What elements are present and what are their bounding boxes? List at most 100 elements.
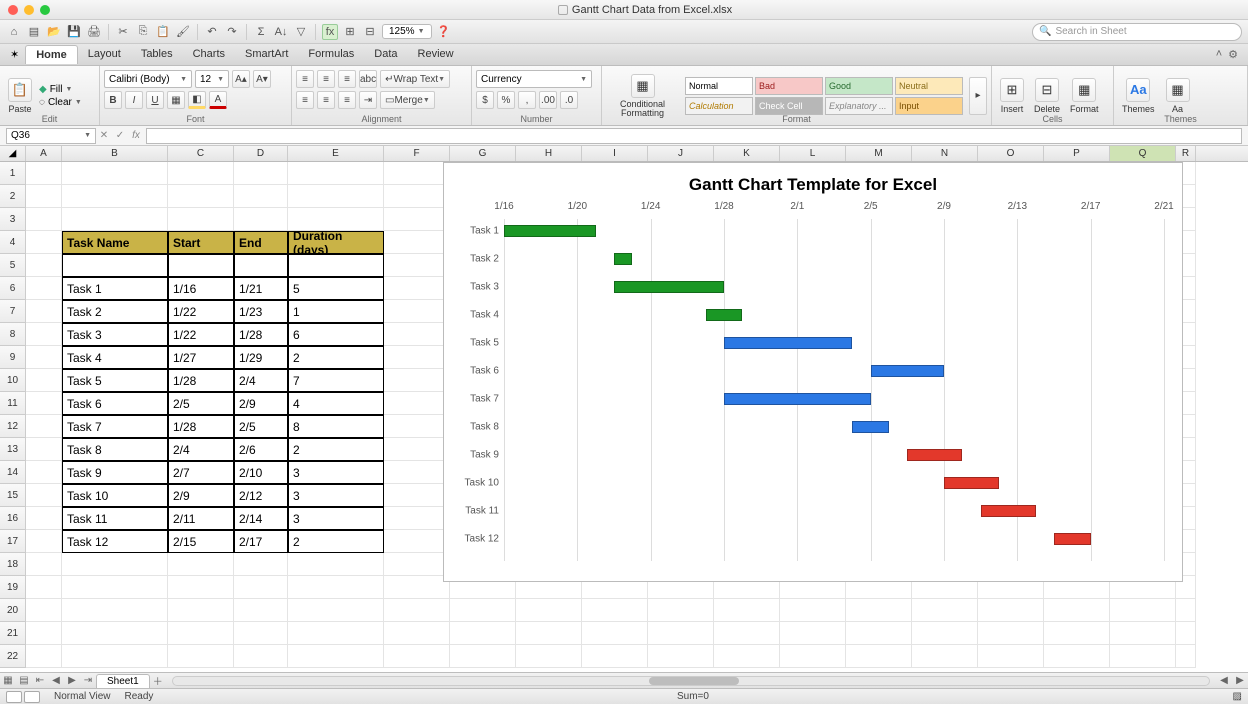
gantt-bar-task-3[interactable]	[614, 281, 724, 293]
cell-D20[interactable]	[234, 599, 288, 622]
tab-home[interactable]: Home	[25, 45, 78, 64]
filter-icon[interactable]: ▽	[293, 24, 309, 40]
cell-style-input[interactable]: Input	[895, 97, 963, 115]
fx-icon[interactable]: fx	[322, 24, 338, 40]
align-top-button[interactable]: ≡	[296, 70, 314, 88]
row-header-15[interactable]: 15	[0, 484, 26, 507]
cell-B18[interactable]	[62, 553, 168, 576]
row-header-17[interactable]: 17	[0, 530, 26, 553]
autosum-icon[interactable]: Σ	[253, 24, 269, 40]
cell-style-good[interactable]: Good	[825, 77, 893, 95]
insert-cells-button[interactable]: ⊞Insert	[996, 76, 1028, 116]
cell-L22[interactable]	[780, 645, 846, 668]
cell-A1[interactable]	[26, 162, 62, 185]
cell-F1[interactable]	[384, 162, 450, 185]
row-header-7[interactable]: 7	[0, 300, 26, 323]
cell-A13[interactable]	[26, 438, 62, 461]
cell-C11[interactable]: 2/5	[168, 392, 234, 415]
zoom-selector[interactable]: 125%▼	[382, 24, 432, 39]
indent-button[interactable]: ⇥	[359, 91, 377, 109]
cell-K20[interactable]	[714, 599, 780, 622]
cell-J20[interactable]	[648, 599, 714, 622]
italic-button[interactable]: I	[125, 91, 143, 109]
cell-D2[interactable]	[234, 185, 288, 208]
row-header-6[interactable]: 6	[0, 277, 26, 300]
cell-Q21[interactable]	[1110, 622, 1176, 645]
bold-button[interactable]: B	[104, 91, 122, 109]
cell-M20[interactable]	[846, 599, 912, 622]
cell-F20[interactable]	[384, 599, 450, 622]
row-header-19[interactable]: 19	[0, 576, 26, 599]
row-header-21[interactable]: 21	[0, 622, 26, 645]
cell-F16[interactable]	[384, 507, 450, 530]
font-color-button[interactable]: A	[209, 91, 227, 109]
fill-button[interactable]: ◆Fill▼	[39, 84, 82, 95]
cell-E5[interactable]	[288, 254, 384, 277]
cell-B20[interactable]	[62, 599, 168, 622]
cell-B4[interactable]: Task Name	[62, 231, 168, 254]
cell-B19[interactable]	[62, 576, 168, 599]
cell-F17[interactable]	[384, 530, 450, 553]
cell-A5[interactable]	[26, 254, 62, 277]
cell-R20[interactable]	[1176, 599, 1196, 622]
cell-D3[interactable]	[234, 208, 288, 231]
row-header-8[interactable]: 8	[0, 323, 26, 346]
align-left-button[interactable]: ≡	[296, 91, 314, 109]
cell-R21[interactable]	[1176, 622, 1196, 645]
view-page-icon[interactable]: ▤	[16, 675, 32, 686]
styles-more-button[interactable]: ▸	[969, 77, 987, 115]
cell-C13[interactable]: 2/4	[168, 438, 234, 461]
fx-label-icon[interactable]: fx	[128, 130, 144, 141]
cell-B22[interactable]	[62, 645, 168, 668]
cell-C17[interactable]: 2/15	[168, 530, 234, 553]
tab-expand-icon[interactable]: ✶	[10, 48, 19, 61]
cell-C5[interactable]	[168, 254, 234, 277]
new-icon[interactable]: ▤	[26, 24, 42, 40]
row-header-2[interactable]: 2	[0, 185, 26, 208]
cell-E12[interactable]: 8	[288, 415, 384, 438]
name-box[interactable]: Q36▼	[6, 128, 96, 144]
cell-E6[interactable]: 5	[288, 277, 384, 300]
cell-B12[interactable]: Task 7	[62, 415, 168, 438]
sheet-nav-prev[interactable]: ◀	[48, 675, 64, 686]
gantt-bar-task-4[interactable]	[706, 309, 743, 321]
border-button[interactable]: ▦	[167, 91, 185, 109]
scroll-right-icon[interactable]: ▶	[1232, 675, 1248, 686]
cell-O22[interactable]	[978, 645, 1044, 668]
close-window-button[interactable]	[8, 5, 18, 15]
cell-E22[interactable]	[288, 645, 384, 668]
tab-smartart[interactable]: SmartArt	[235, 45, 298, 64]
cell-style-explanatory-[interactable]: Explanatory ...	[825, 97, 893, 115]
decrease-decimal-button[interactable]: .0	[560, 91, 578, 109]
increase-decimal-button[interactable]: .00	[539, 91, 557, 109]
row-header-12[interactable]: 12	[0, 415, 26, 438]
cell-N22[interactable]	[912, 645, 978, 668]
cell-B11[interactable]: Task 6	[62, 392, 168, 415]
ribbon-options-icon[interactable]: ⚙	[1228, 48, 1238, 61]
cell-A6[interactable]	[26, 277, 62, 300]
tab-review[interactable]: Review	[408, 45, 464, 64]
cell-A17[interactable]	[26, 530, 62, 553]
gantt-bar-task-5[interactable]	[724, 337, 852, 349]
cell-F11[interactable]	[384, 392, 450, 415]
cell-F19[interactable]	[384, 576, 450, 599]
gantt-bar-task-1[interactable]	[504, 225, 596, 237]
cell-F15[interactable]	[384, 484, 450, 507]
cell-E17[interactable]: 2	[288, 530, 384, 553]
cell-B6[interactable]: Task 1	[62, 277, 168, 300]
sheet-nav-next[interactable]: ▶	[64, 675, 80, 686]
cell-D10[interactable]: 2/4	[234, 369, 288, 392]
cell-A2[interactable]	[26, 185, 62, 208]
tab-layout[interactable]: Layout	[78, 45, 131, 64]
cell-D5[interactable]	[234, 254, 288, 277]
cell-H22[interactable]	[516, 645, 582, 668]
row-header-14[interactable]: 14	[0, 461, 26, 484]
gantt-bar-task-2[interactable]	[614, 253, 632, 265]
cell-D7[interactable]: 1/23	[234, 300, 288, 323]
gantt-bar-task-7[interactable]	[724, 393, 871, 405]
cell-D21[interactable]	[234, 622, 288, 645]
cell-D16[interactable]: 2/14	[234, 507, 288, 530]
cell-E4[interactable]: Duration (days)	[288, 231, 384, 254]
cell-B21[interactable]	[62, 622, 168, 645]
column-header-H[interactable]: H	[516, 146, 582, 161]
